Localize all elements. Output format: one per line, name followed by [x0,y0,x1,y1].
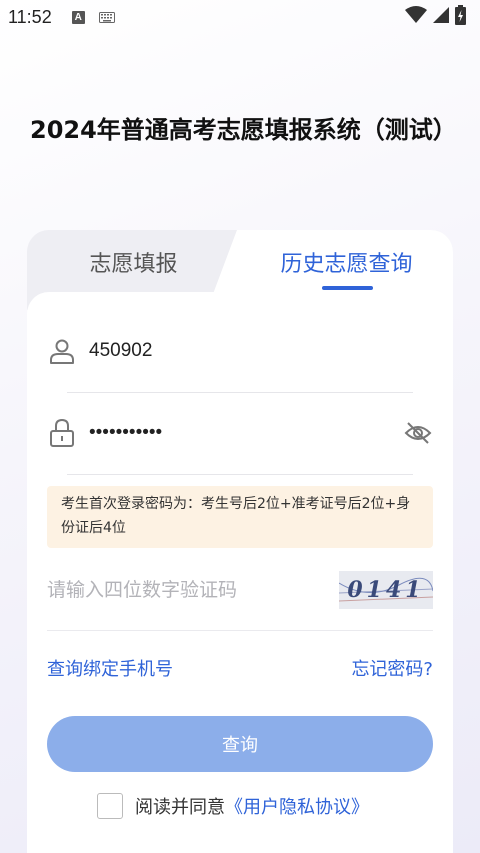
battery-icon [455,5,466,29]
agreement-row: 阅读并同意 《用户隐私协议》 [97,792,369,820]
tab-history-query[interactable]: 历史志愿查询 [240,242,453,282]
bind-phone-link[interactable]: 查询绑定手机号 [47,655,173,681]
captcha-field: 0141 [47,564,433,616]
wifi-icon [405,6,427,28]
query-button[interactable]: 查询 [47,716,433,772]
username-input[interactable] [89,340,433,362]
login-card: 志愿填报 历史志愿查询 ••••••••••• [27,230,453,853]
agreement-prefix: 阅读并同意 [135,797,225,818]
password-hint: 考生首次登录密码为：考生号后2位+准考证号后2位+身份证后4位 [47,486,433,548]
captcha-input[interactable] [47,579,339,601]
lock-icon [47,418,77,448]
password-input[interactable]: ••••••••••• [89,422,403,444]
status-time: 11:52 [8,6,52,27]
user-icon [47,336,77,366]
text-notification-icon: A [71,10,85,24]
agreement-checkbox[interactable] [97,793,123,819]
keyboard-icon [98,11,115,23]
status-bar: 11:52 A [0,0,480,34]
page-title: 2024年普通高考志愿填报系统（测试） [30,116,457,144]
tab-volunteer-fill[interactable]: 志愿填报 [27,242,240,282]
captcha-text: 0141 [347,577,425,603]
username-field [47,310,433,392]
captcha-image[interactable]: 0141 [339,571,433,609]
privacy-policy-link[interactable]: 《用户隐私协议》 [225,793,369,819]
eye-off-icon[interactable] [403,418,433,448]
active-tab-indicator [322,286,373,290]
signal-icon [433,6,449,28]
password-field: ••••••••••• [47,392,433,474]
forgot-password-link[interactable]: 忘记密码? [351,655,433,681]
